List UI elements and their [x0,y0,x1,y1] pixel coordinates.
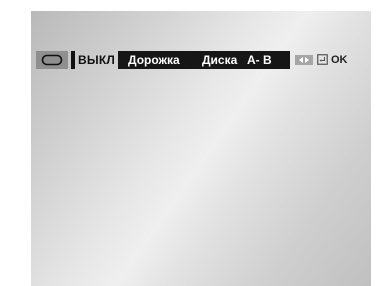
separator-bar [71,51,75,69]
left-right-arrows-icon [295,55,313,65]
repeat-osd-bar: ВЫКЛ Дорожка Диска A- B OK [36,51,367,69]
mode-option-disc[interactable]: Диска [202,51,237,69]
repeat-icon [41,54,63,66]
repeat-mode-strip: Дорожка Диска A- B [118,51,290,69]
repeat-status-label: ВЫКЛ [78,53,115,67]
mode-option-a-b[interactable]: A- B [247,51,272,69]
enter-icon [317,54,328,65]
mode-option-track[interactable]: Дорожка [128,51,180,69]
ok-label: OK [331,54,348,66]
repeat-button[interactable] [36,51,68,69]
